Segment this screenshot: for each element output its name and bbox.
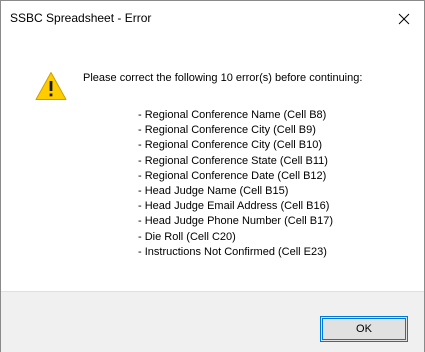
close-icon — [398, 13, 410, 25]
dialog-content: Please correct the following 10 error(s)… — [1, 37, 424, 291]
title-bar: SSBC Spreadsheet - Error — [1, 1, 424, 37]
dialog-footer: OK — [1, 291, 424, 352]
error-item: - Instructions Not Confirmed (Cell E23) — [138, 245, 327, 258]
ok-button[interactable]: OK — [320, 316, 408, 342]
warning-icon — [35, 72, 67, 100]
error-item: - Head Judge Phone Number (Cell B17) — [138, 215, 334, 228]
error-list: - Regional Conference Name (Cell B8) - R… — [138, 108, 333, 260]
error-item: - Regional Conference Date (Cell B12) — [138, 169, 327, 182]
error-item: - Head Judge Email Address (Cell B16) — [138, 200, 330, 213]
close-button[interactable] — [384, 1, 424, 37]
dialog-title: SSBC Spreadsheet - Error — [10, 11, 152, 25]
error-item: - Regional Conference City (Cell B9) — [138, 124, 316, 137]
error-item: - Die Roll (Cell C20) — [138, 230, 236, 243]
dialog-message: Please correct the following 10 error(s)… — [83, 72, 363, 84]
error-item: - Regional Conference State (Cell B11) — [138, 154, 328, 167]
error-item: - Head Judge Name (Cell B15) — [138, 184, 289, 197]
error-dialog: SSBC Spreadsheet - Error Please correct … — [0, 0, 425, 352]
error-item: - Regional Conference City (Cell B10) — [138, 139, 323, 152]
error-item: - Regional Conference Name (Cell B8) — [138, 109, 327, 121]
